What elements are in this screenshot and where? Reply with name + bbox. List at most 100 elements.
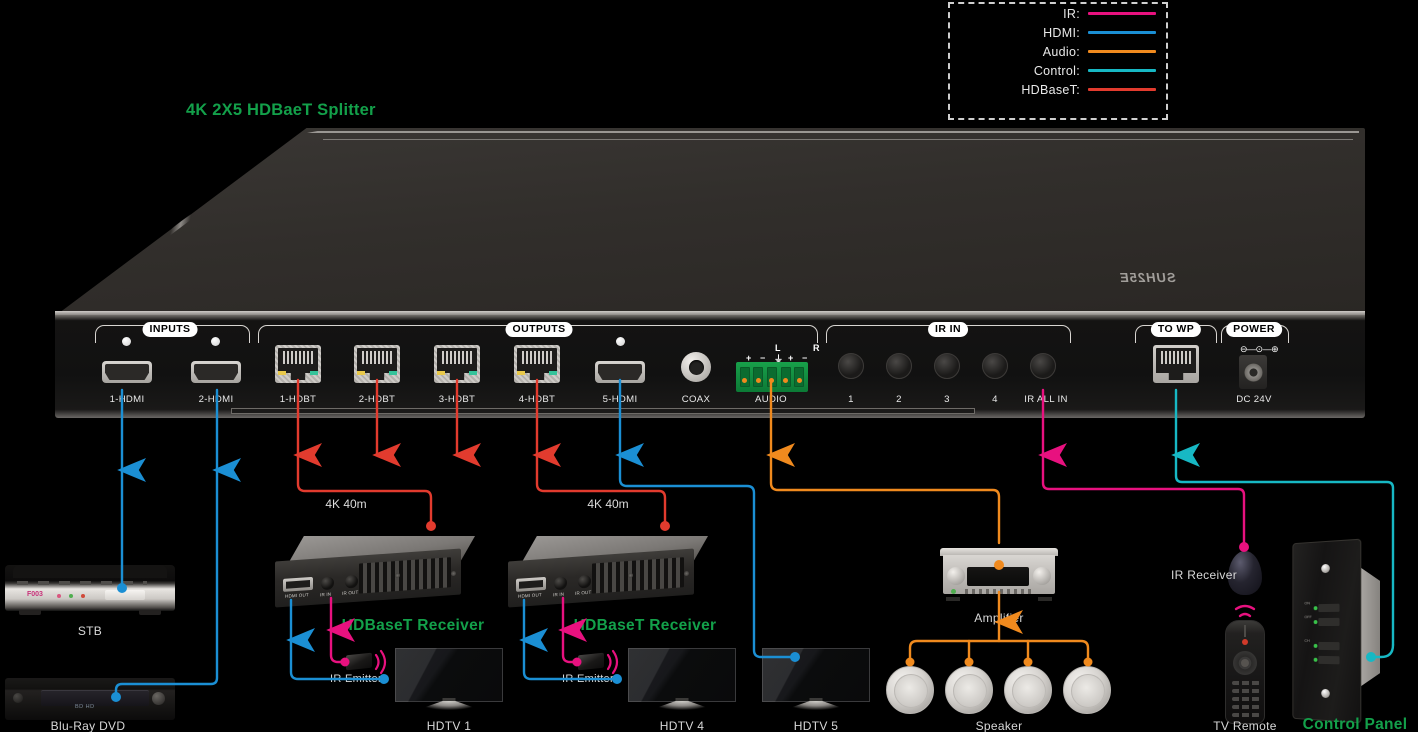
port-3-hdbt[interactable] — [434, 345, 480, 383]
label-hdtv-5: HDTV 5 — [793, 719, 839, 732]
rx-hdmi-out[interactable] — [283, 576, 313, 592]
device-speaker-2 — [945, 666, 993, 714]
label-control-panel: Control Panel — [1302, 716, 1408, 732]
label-receiver-2: HDBaseT Receiver — [573, 617, 717, 634]
port-dc-power[interactable] — [1239, 355, 1267, 389]
group-label-inputs: INPUTS — [142, 322, 198, 337]
brand-logo: SUH25E — [1117, 270, 1177, 285]
rj45-icon — [517, 348, 557, 380]
legend-item-ir: IR: — [950, 4, 1166, 23]
led-input-1 — [122, 337, 131, 346]
port-2-hdbt[interactable] — [354, 345, 400, 383]
rx-ir-out-jack[interactable] — [345, 574, 358, 589]
remote-power-button[interactable] — [1242, 639, 1248, 645]
port-ir-in-3[interactable] — [934, 353, 960, 379]
diagram-canvas: IR: HDMI: Audio: Control: HDBaseT: 4K 2X… — [0, 0, 1418, 732]
cable-endpoint-rx1 — [426, 521, 436, 531]
group-label-power: POWER — [1226, 322, 1282, 337]
legend-swatch-audio — [1088, 50, 1156, 53]
device-hdtv-5 — [762, 648, 870, 710]
port-label-1-hdmi: 1-HDMI — [109, 394, 145, 405]
legend-label-hdbaset: HDBaseT: — [1021, 82, 1080, 97]
port-2-hdmi-input[interactable] — [191, 361, 241, 383]
label-tv-remote: TV Remote — [1213, 719, 1277, 732]
cable-speaker-bus — [908, 639, 1090, 662]
cable-hdbt4-to-rx2 — [535, 453, 667, 526]
rj45-icon — [437, 348, 477, 380]
rj45-icon — [278, 348, 318, 380]
port-label-ir-all-in: IR ALL IN — [1024, 394, 1068, 405]
device-speaker-3 — [1004, 666, 1052, 714]
port-label-ir-in-2: 2 — [896, 394, 902, 405]
port-4-hdbt[interactable] — [514, 345, 560, 383]
rj45-icon — [1156, 348, 1196, 380]
coax-icon — [688, 359, 704, 375]
device-amplifier — [940, 548, 1058, 601]
ir-signal-waves-2 — [606, 649, 619, 675]
device-hdbaset-receiver-2: HDMI OUT IR IN IR OUT — [508, 536, 708, 608]
port-1-hdbt[interactable] — [275, 345, 321, 383]
hdmi-icon — [194, 364, 238, 380]
group-label-outputs: OUTPUTS — [505, 322, 573, 337]
remote-signal-waves — [1234, 604, 1256, 618]
rx-ir-out-jack[interactable] — [578, 574, 591, 589]
cable-irreceiver-to-irallin — [1038, 443, 1246, 547]
port-ir-in-4[interactable] — [982, 353, 1008, 379]
label-ir-receiver: IR Receiver — [1171, 568, 1237, 582]
device-speaker-1 — [886, 666, 934, 714]
legend-label-control: Control: — [1033, 63, 1080, 78]
led-output-5 — [616, 337, 625, 346]
label-speaker: Speaker — [975, 719, 1023, 732]
device-control-panel: ON OFF CH — [1290, 538, 1382, 724]
rx-hdmi-out[interactable] — [516, 576, 546, 592]
label-stb: STB — [77, 624, 103, 638]
chassis-bottom-rail — [231, 408, 975, 414]
cable-audio-to-amp — [769, 453, 1001, 545]
remote-dpad[interactable] — [1233, 651, 1257, 675]
port-5-hdmi-output[interactable] — [595, 361, 645, 383]
port-to-wp[interactable] — [1153, 345, 1199, 383]
label-ir-emitter-1: IR Emitter — [330, 673, 382, 685]
legend-label-hdmi: HDMI: — [1043, 25, 1080, 40]
ir-signal-waves-1 — [374, 649, 387, 675]
dc-polarity-icon: ⊖—⊙—⊕ — [1240, 344, 1279, 354]
port-label-dc-24v: DC 24V — [1236, 394, 1272, 405]
device-tv-remote — [1225, 620, 1265, 724]
legend-item-hdbaset: HDBaseT: — [950, 80, 1166, 99]
wallplate-button-1[interactable] — [1318, 603, 1340, 613]
wallplate-screw-top — [1321, 563, 1330, 574]
port-1-hdmi-input[interactable] — [102, 361, 152, 383]
cable-label-run-1: 4K 40m — [325, 497, 367, 511]
device-hdtv-4 — [628, 648, 736, 710]
port-label-5-hdmi: 5-HDMI — [602, 394, 638, 405]
legend-item-control: Control: — [950, 61, 1166, 80]
port-label-ir-in-3: 3 — [944, 394, 950, 405]
cable-hdbt1-to-rx1 — [296, 453, 433, 526]
wallplate-button-4[interactable] — [1318, 655, 1340, 665]
port-audio-terminal[interactable] — [736, 362, 808, 392]
chassis-top-surface — [55, 128, 1365, 316]
port-label-2-hdbt: 2-HDBT — [358, 394, 396, 405]
device-ir-emitter-2 — [572, 652, 606, 672]
device-hdbaset-receiver-1: HDMI OUT IR IN IR OUT — [275, 536, 475, 608]
label-bluray: Blu-Ray DVD — [50, 719, 126, 732]
port-ir-in-1[interactable] — [838, 353, 864, 379]
port-label-4-hdbt: 4-HDBT — [518, 394, 556, 405]
rx-ir-in-jack[interactable] — [321, 576, 334, 591]
port-ir-all-in[interactable] — [1030, 353, 1056, 379]
legend-swatch-hdmi — [1088, 31, 1156, 34]
label-hdtv-1: HDTV 1 — [426, 719, 472, 732]
wallplate-screw-bottom — [1321, 688, 1330, 699]
wallplate-button-2[interactable] — [1318, 617, 1340, 627]
legend-swatch-ir — [1088, 12, 1156, 15]
port-label-ir-in-1: 1 — [848, 394, 854, 405]
legend-box: IR: HDMI: Audio: Control: HDBaseT: — [948, 2, 1168, 120]
port-coax[interactable] — [681, 352, 711, 382]
cable-label-run-2: 4K 40m — [587, 497, 629, 511]
port-label-ir-in-4: 4 — [992, 394, 998, 405]
cable-endpoint-rx2 — [660, 521, 670, 531]
port-ir-in-2[interactable] — [886, 353, 912, 379]
wallplate-button-3[interactable] — [1318, 641, 1340, 651]
legend-item-audio: Audio: — [950, 42, 1166, 61]
rx-ir-in-jack[interactable] — [554, 576, 567, 591]
